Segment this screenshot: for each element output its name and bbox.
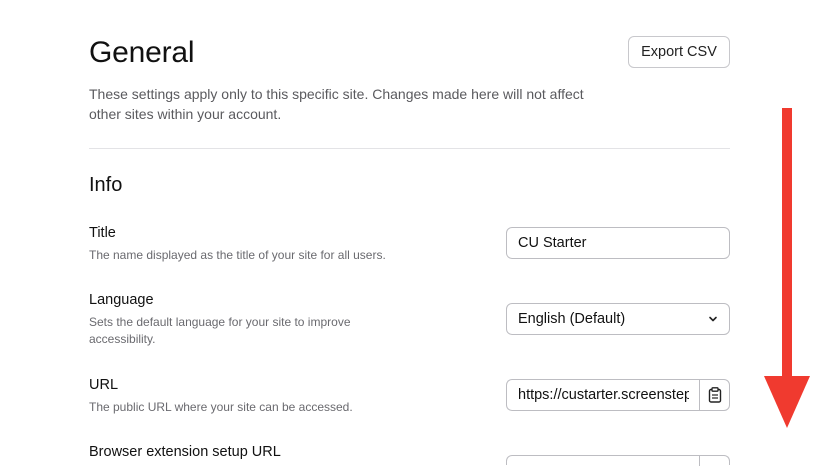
language-select[interactable]: English (Default): [506, 303, 730, 335]
chevron-down-icon: [709, 316, 717, 322]
title-input[interactable]: CU Starter: [506, 227, 730, 259]
export-csv-button[interactable]: Export CSV: [628, 36, 730, 68]
copy-url-button[interactable]: [699, 379, 730, 411]
page-description: These settings apply only to this specif…: [89, 86, 584, 122]
extension-url-input[interactable]: [506, 455, 730, 466]
url-help: The public URL where your site can be ac…: [89, 400, 353, 414]
url-label: URL: [89, 377, 119, 393]
page-title: General: [89, 36, 195, 69]
title-input-value: CU Starter: [518, 235, 587, 251]
language-help: Sets the default language for your site …: [89, 315, 351, 346]
divider: [89, 148, 730, 149]
language-select-value: English (Default): [518, 311, 626, 327]
url-input-value: https://custarter.screenstep: [518, 387, 689, 403]
title-label: Title: [89, 225, 116, 241]
red-arrow-down-icon: [764, 108, 810, 428]
section-title-info: Info: [89, 174, 123, 196]
clipboard-icon: [708, 387, 721, 403]
language-label: Language: [89, 292, 154, 308]
url-input[interactable]: https://custarter.screenstep: [506, 379, 700, 411]
title-help: The name displayed as the title of your …: [89, 248, 386, 262]
